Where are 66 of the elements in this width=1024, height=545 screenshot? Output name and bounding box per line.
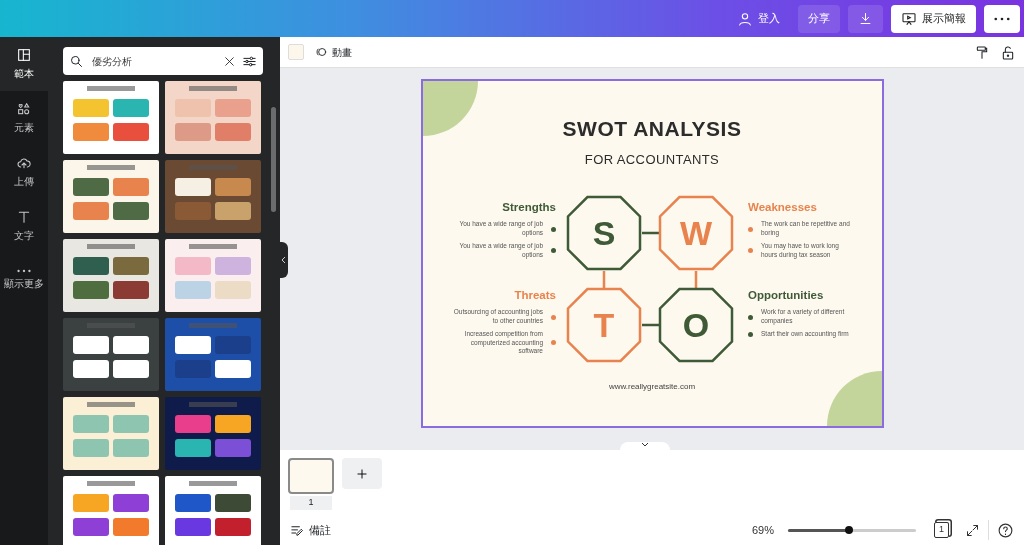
quadrant-heading: Opportunities	[748, 288, 824, 303]
more-button[interactable]	[984, 4, 1020, 33]
presentation-icon	[901, 10, 917, 27]
template-thumbnail[interactable]	[63, 397, 159, 470]
template-thumbnail[interactable]	[63, 81, 159, 154]
text-icon	[16, 209, 32, 225]
animate-button[interactable]: 動畫	[314, 44, 352, 60]
template-thumbnail[interactable]	[63, 318, 159, 391]
add-page-button[interactable]	[342, 458, 382, 489]
close-icon[interactable]	[223, 55, 236, 69]
zoom-percentage[interactable]: 69%	[751, 521, 774, 539]
present-button[interactable]: 展示簡報	[891, 4, 976, 33]
template-thumbnail[interactable]	[165, 397, 261, 470]
paint-roller-icon[interactable]	[974, 44, 990, 61]
plus-icon	[355, 466, 369, 481]
scrollbar[interactable]	[271, 107, 276, 212]
template-thumbnail[interactable]	[165, 239, 261, 312]
lock-icon[interactable]	[1000, 44, 1016, 61]
swot-letter: T	[593, 306, 615, 344]
chevron-down-icon	[641, 442, 649, 448]
help-icon[interactable]	[997, 521, 1014, 539]
shapes-icon	[16, 101, 32, 117]
sidebar-tab[interactable]: 文字	[0, 199, 48, 253]
slide-subtitle: FOR ACCOUNTANTS	[584, 150, 720, 169]
template-thumbnail[interactable]	[63, 239, 159, 312]
slide-canvas[interactable]	[422, 81, 882, 426]
collapse-panel-tab[interactable]	[280, 242, 288, 278]
sidebar-tab[interactable]: 元素	[0, 91, 48, 145]
page-number: 1	[290, 496, 332, 510]
person-icon	[737, 10, 753, 27]
slider-thumb[interactable]	[845, 526, 854, 534]
quadrant-heading: Weaknesses	[748, 200, 817, 215]
template-thumbnail[interactable]	[165, 476, 261, 545]
templates-icon	[16, 47, 32, 63]
cloud-upload-icon	[16, 155, 32, 171]
share-button[interactable]: 分享	[798, 4, 840, 33]
download-icon	[858, 11, 873, 26]
fullscreen-icon[interactable]	[965, 523, 980, 539]
slide-title: SWOT ANALYSIS	[562, 116, 742, 142]
animation-icon	[314, 45, 328, 59]
swot-letter: S	[592, 214, 616, 252]
template-thumbnail[interactable]	[165, 318, 261, 391]
page-count-button[interactable]: 1	[934, 522, 949, 538]
sidebar-tab[interactable]: 上傳	[0, 145, 48, 199]
sidebar-tab[interactable]: 顯示更多	[0, 253, 48, 307]
page-thumbnail[interactable]	[288, 458, 334, 494]
chevron-left-icon	[281, 256, 287, 264]
website-text: www.reallygreatsite.com	[608, 381, 696, 393]
swot-letter: W	[679, 214, 713, 252]
quadrant-heading: Strengths	[502, 200, 556, 215]
swot-letter: O	[682, 306, 710, 344]
template-thumbnail[interactable]	[63, 476, 159, 545]
search-field[interactable]: 優劣分析	[63, 47, 263, 75]
color-swatch[interactable]	[288, 44, 304, 60]
zoom-slider[interactable]	[788, 528, 916, 532]
template-thumbnail[interactable]	[165, 160, 261, 233]
notes-button[interactable]: 備註	[290, 521, 331, 539]
login-button[interactable]: 登入	[727, 4, 790, 33]
template-thumbnail[interactable]	[63, 160, 159, 233]
search-icon	[69, 53, 84, 69]
more-icon	[994, 16, 1010, 21]
quadrant-heading: Threats	[514, 288, 556, 303]
template-thumbnail[interactable]	[165, 81, 261, 154]
sidebar-tab[interactable]: 範本	[0, 37, 48, 91]
download-button[interactable]	[848, 4, 883, 33]
more-icon	[17, 269, 31, 273]
